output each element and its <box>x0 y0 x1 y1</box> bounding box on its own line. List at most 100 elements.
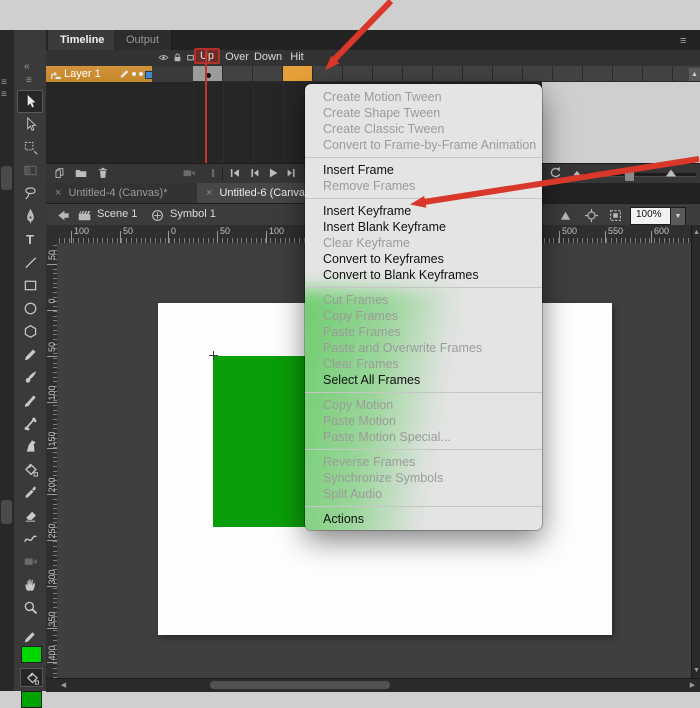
menu-item-copy-motion[interactable]: Copy Motion <box>305 397 542 413</box>
gradient-transform-tool-icon[interactable] <box>17 159 43 182</box>
stroke-color-pencil-icon[interactable] <box>23 630 37 644</box>
paint-bucket-tool-icon[interactable] <box>17 458 43 481</box>
stroke-color-swatch[interactable] <box>21 646 42 663</box>
undo-loop-icon[interactable] <box>548 166 562 180</box>
oval-tool-icon[interactable] <box>17 297 43 320</box>
menu-item-create-motion-tween[interactable]: Create Motion Tween <box>305 89 542 105</box>
step-forward-icon[interactable] <box>285 166 299 180</box>
hand-tool-icon[interactable] <box>17 573 43 596</box>
brush-tool-icon[interactable] <box>17 366 43 389</box>
timeline-panel-menu-icon[interactable]: ≡ <box>680 35 686 47</box>
zoom-dropdown-arrow-icon[interactable]: ▼ <box>670 207 686 226</box>
menu-item-convert-to-frame-by-frame-animation[interactable]: Convert to Frame-by-Frame Animation <box>305 137 542 153</box>
zoom-in-timeline-icon[interactable] <box>664 166 678 180</box>
paint-brush-tool-icon[interactable] <box>17 389 43 412</box>
eraser-tool-icon[interactable] <box>17 504 43 527</box>
frame-cell[interactable] <box>583 66 613 82</box>
menu-item-insert-blank-keyframe[interactable]: Insert Blank Keyframe <box>305 219 542 235</box>
subselection-tool-icon[interactable] <box>17 113 43 136</box>
menu-item-cut-frames[interactable]: Cut Frames <box>305 292 542 308</box>
edit-symbols-icon[interactable] <box>558 208 573 223</box>
step-back-icon[interactable] <box>247 166 261 180</box>
frame-label-over[interactable]: Over <box>225 51 249 63</box>
delete-layer-icon[interactable] <box>96 166 110 180</box>
fill-color-swatch[interactable] <box>21 691 42 708</box>
frame-cell[interactable] <box>553 66 583 82</box>
bone-tool-icon[interactable] <box>17 412 43 435</box>
frames-scrollbar-up-icon[interactable]: ▲ <box>689 68 700 81</box>
lasso-tool-icon[interactable] <box>17 182 43 205</box>
menu-item-synchronize-symbols[interactable]: Synchronize Symbols <box>305 470 542 486</box>
width-tool-icon[interactable] <box>17 527 43 550</box>
horizontal-scrollbar-thumb[interactable] <box>210 681 390 689</box>
menu-item-paste-and-overwrite-frames[interactable]: Paste and Overwrite Frames <box>305 340 542 356</box>
polystar-tool-icon[interactable] <box>17 320 43 343</box>
layer-lock-dot[interactable] <box>139 72 143 76</box>
menu-item-reverse-frames[interactable]: Reverse Frames <box>305 454 542 470</box>
new-layer-icon[interactable] <box>52 166 66 180</box>
line-tool-icon[interactable] <box>17 251 43 274</box>
collapse-panel-icon[interactable]: « <box>24 61 30 72</box>
go-to-first-frame-icon[interactable] <box>228 166 242 180</box>
frame-cell[interactable] <box>313 66 343 82</box>
menu-item-copy-frames[interactable]: Copy Frames <box>305 308 542 324</box>
scroll-left-icon[interactable]: ◀ <box>58 680 69 691</box>
panel-menu-icon[interactable]: ≡ <box>1 78 7 88</box>
frame-label-down[interactable]: Down <box>254 51 282 63</box>
collapsed-panel-tab[interactable] <box>1 500 12 524</box>
zoom-tool-icon[interactable] <box>17 596 43 619</box>
fill-color-bucket-icon[interactable] <box>20 668 43 687</box>
new-folder-icon[interactable] <box>74 166 88 180</box>
pencil-tool-icon[interactable] <box>17 343 43 366</box>
menu-item-convert-to-keyframes[interactable]: Convert to Keyframes <box>305 251 542 267</box>
frame-cell[interactable] <box>343 66 373 82</box>
eyedropper-tool-icon[interactable] <box>17 481 43 504</box>
menu-item-clear-frames[interactable]: Clear Frames <box>305 356 542 372</box>
tab-timeline[interactable]: Timeline <box>48 30 117 50</box>
show-hide-all-layers-icon[interactable] <box>158 52 169 63</box>
frame-cell[interactable] <box>223 66 253 82</box>
symbol-breadcrumb[interactable]: Symbol 1 <box>170 208 216 220</box>
frame-cell[interactable] <box>523 66 553 82</box>
ink-bottle-tool-icon[interactable] <box>17 435 43 458</box>
frame-cell[interactable] <box>643 66 673 82</box>
timeline-zoom-slider-track[interactable] <box>584 173 696 177</box>
menu-item-insert-frame[interactable]: Insert Frame <box>305 162 542 178</box>
pen-tool-icon[interactable] <box>17 205 43 228</box>
layer-visibility-dot[interactable] <box>132 72 136 76</box>
layer-item[interactable]: Layer 1 <box>46 66 152 82</box>
frame-label-hit[interactable]: Hit <box>290 51 303 63</box>
document-tab-untitled-4-canvas[interactable]: ×Untitled-4 (Canvas)* <box>46 183 198 203</box>
keyframe-cell[interactable] <box>193 66 223 82</box>
play-icon[interactable] <box>266 166 280 180</box>
menu-item-remove-frames[interactable]: Remove Frames <box>305 178 542 194</box>
frame-cell[interactable] <box>463 66 493 82</box>
timeline-zoom-slider-handle[interactable] <box>624 169 635 182</box>
camera-tool-icon[interactable] <box>17 550 43 573</box>
menu-item-paste-motion[interactable]: Paste Motion <box>305 413 542 429</box>
text-tool-icon[interactable]: T <box>17 228 43 251</box>
clip-content-icon[interactable] <box>608 208 623 223</box>
horizontal-scrollbar[interactable]: ◀ ▶ <box>46 678 700 692</box>
frame-cell[interactable] <box>613 66 643 82</box>
frame-cell[interactable] <box>373 66 403 82</box>
frame-cell[interactable] <box>433 66 463 82</box>
panel-menu-icon[interactable]: ≡ <box>26 75 32 86</box>
panel-menu-icon[interactable]: ≡ <box>1 90 7 100</box>
camera-icon[interactable] <box>182 166 196 180</box>
menu-item-create-classic-tween[interactable]: Create Classic Tween <box>305 121 542 137</box>
selection-tool-icon[interactable] <box>17 90 43 113</box>
selected-frame-cell[interactable] <box>283 66 313 82</box>
frame-cell[interactable] <box>403 66 433 82</box>
free-transform-tool-icon[interactable] <box>17 136 43 159</box>
menu-item-split-audio[interactable]: Split Audio <box>305 486 542 502</box>
marker-icon[interactable] <box>206 166 220 180</box>
lock-all-layers-icon[interactable] <box>172 52 183 63</box>
back-arrow-icon[interactable] <box>56 208 71 223</box>
menu-item-paste-motion-special[interactable]: Paste Motion Special... <box>305 429 542 445</box>
menu-item-clear-keyframe[interactable]: Clear Keyframe <box>305 235 542 251</box>
scroll-down-icon[interactable]: ▼ <box>691 665 700 676</box>
menu-item-create-shape-tween[interactable]: Create Shape Tween <box>305 105 542 121</box>
playhead[interactable] <box>205 50 207 163</box>
collapsed-panel-tab[interactable] <box>1 166 12 190</box>
